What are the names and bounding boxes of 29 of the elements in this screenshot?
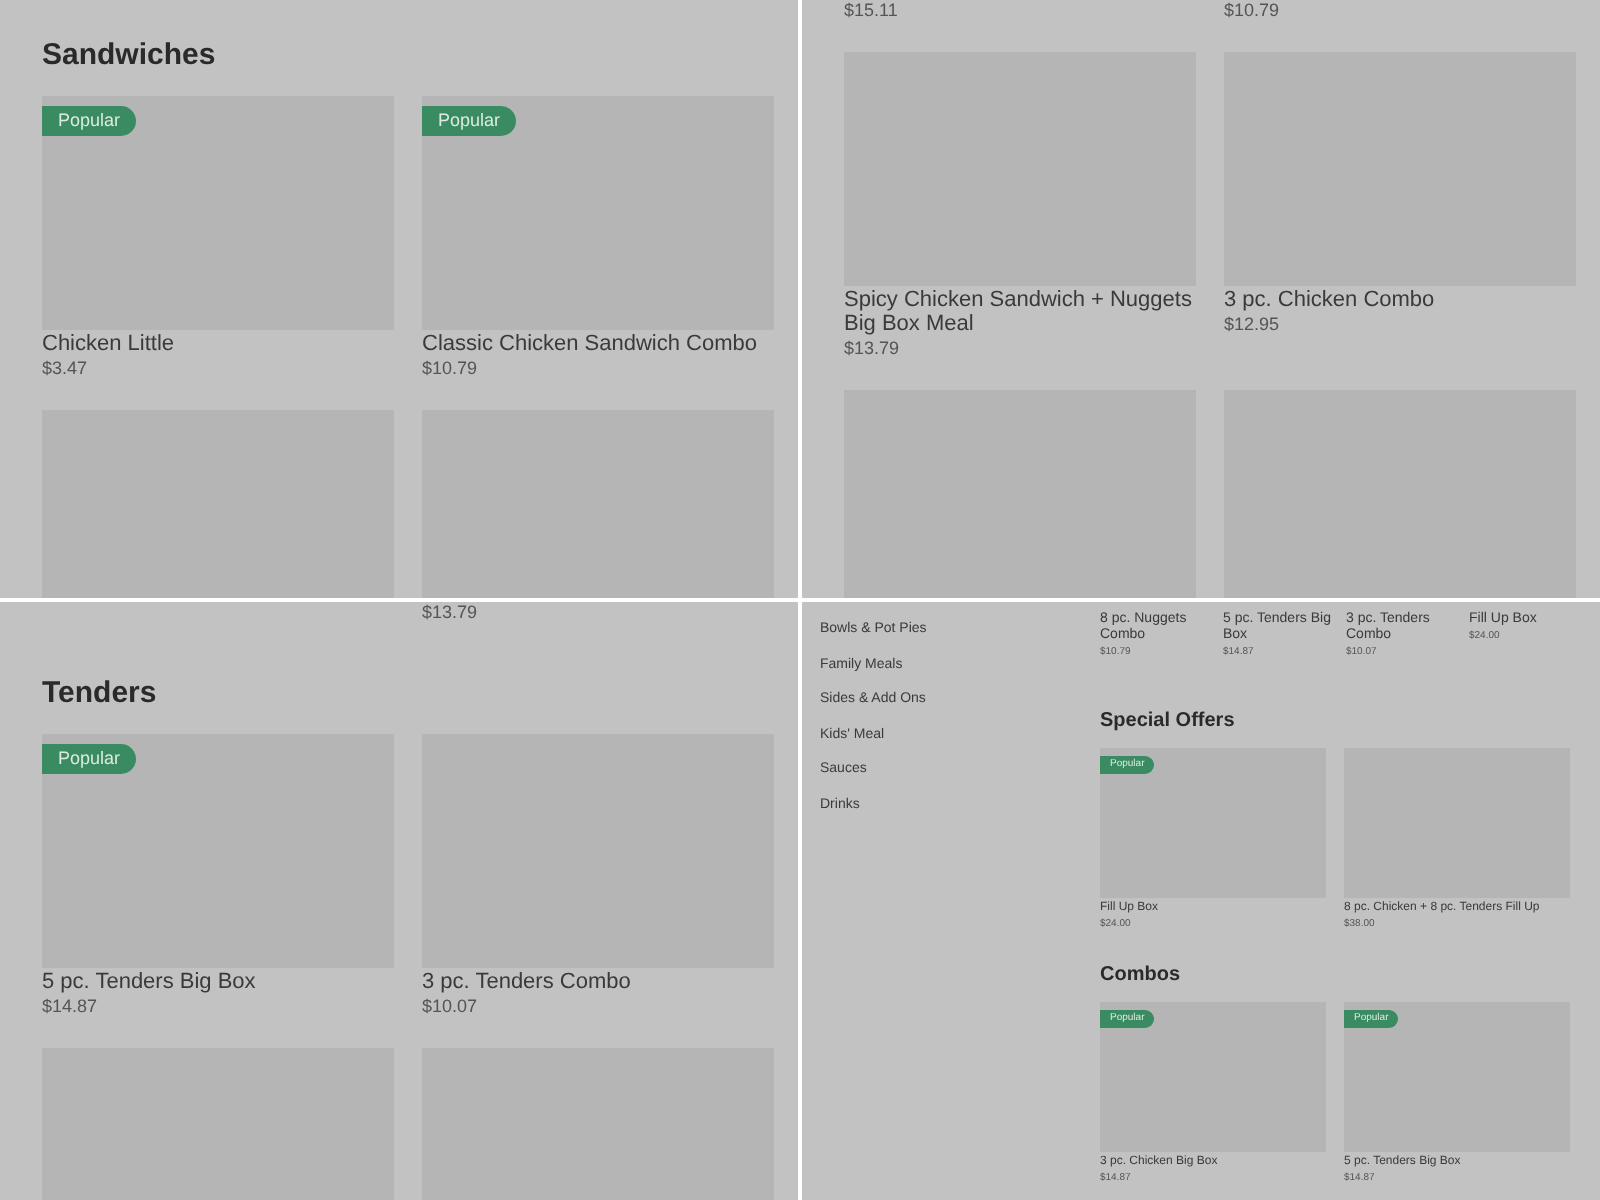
item-name[interactable]: Spicy Chicken Sandwich + Nuggets Big Box Meal <box>844 288 1196 336</box>
item-name[interactable]: Chicken Little <box>42 332 175 356</box>
item-name[interactable]: 3 pc. Chicken Combo <box>1224 288 1435 312</box>
popular-badge: Popular <box>42 106 137 136</box>
popular-badge: Popular <box>42 744 137 774</box>
image-placeholder[interactable]: Popular <box>422 96 774 330</box>
item-price: $10.79 <box>422 358 478 378</box>
section-heading: Sandwiches <box>42 38 218 74</box>
item-price: $15.11 <box>844 0 898 20</box>
image-placeholder[interactable] <box>844 390 1196 598</box>
image-placeholder[interactable]: Popular <box>42 734 394 968</box>
image-placeholder[interactable] <box>422 410 774 598</box>
item-price: $3.47 <box>42 358 88 378</box>
item-price: $10.07 <box>422 996 478 1016</box>
section-heading: Tenders <box>42 676 159 712</box>
popular-badge: Popular <box>422 106 517 136</box>
item-price: $13.79 <box>844 338 900 358</box>
image-placeholder[interactable] <box>1224 390 1576 598</box>
image-placeholder[interactable] <box>42 410 394 598</box>
item-price: $12.95 <box>1224 314 1280 334</box>
item-name[interactable]: 3 pc. Tenders Combo <box>422 970 631 994</box>
item-price: $13.79 <box>422 602 478 622</box>
item-name[interactable]: 5 pc. Tenders Big Box <box>42 970 256 994</box>
item-price: $14.87 <box>42 996 98 1016</box>
section-heading: Combos <box>1100 964 1182 988</box>
image-placeholder[interactable]: Popular <box>42 96 394 330</box>
section-heading: Special Offers <box>1100 710 1237 734</box>
item-name[interactable]: Classic Chicken Sandwich Combo <box>422 332 758 356</box>
item-price: $10.79 <box>1224 0 1280 20</box>
